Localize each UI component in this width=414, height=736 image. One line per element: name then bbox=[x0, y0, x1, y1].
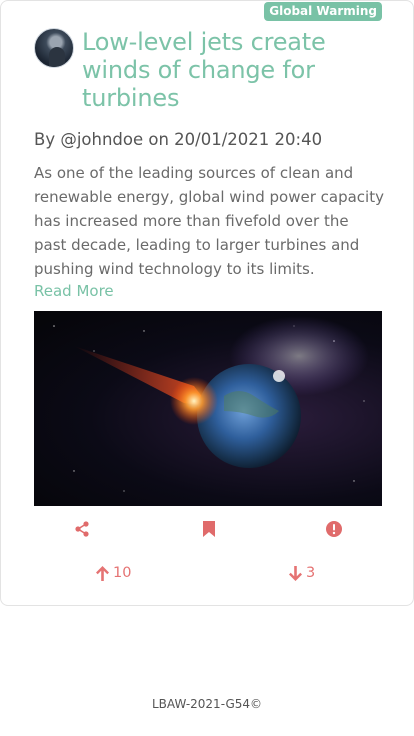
upvote-button[interactable]: 10 bbox=[96, 565, 131, 581]
post-actions bbox=[1, 521, 414, 541]
post-byline: By @johndoe on 20/01/2021 20:40 bbox=[34, 130, 323, 149]
category-tag[interactable]: Global Warming bbox=[264, 2, 382, 21]
post-image bbox=[34, 311, 382, 506]
arrow-up-icon bbox=[96, 565, 109, 581]
read-more-link[interactable]: Read More bbox=[34, 282, 114, 300]
share-icon[interactable] bbox=[74, 521, 92, 539]
author-avatar[interactable] bbox=[34, 28, 74, 68]
downvote-count: 3 bbox=[306, 565, 316, 581]
post-header: Low-level jets create winds of change fo… bbox=[34, 28, 384, 112]
post-title[interactable]: Low-level jets create winds of change fo… bbox=[82, 28, 384, 112]
upvote-count: 10 bbox=[113, 565, 132, 581]
vote-bar: 10 3 bbox=[1, 565, 414, 585]
downvote-button[interactable]: 3 bbox=[289, 565, 315, 581]
footer-text: LBAW-2021-G54© bbox=[151, 697, 263, 711]
bookmark-icon[interactable] bbox=[202, 521, 220, 539]
post-card: Global Warming Low-level jets create win… bbox=[0, 0, 414, 606]
post-excerpt: As one of the leading sources of clean a… bbox=[34, 164, 384, 278]
exclamation-icon[interactable] bbox=[326, 521, 344, 539]
arrow-down-icon bbox=[289, 565, 302, 581]
